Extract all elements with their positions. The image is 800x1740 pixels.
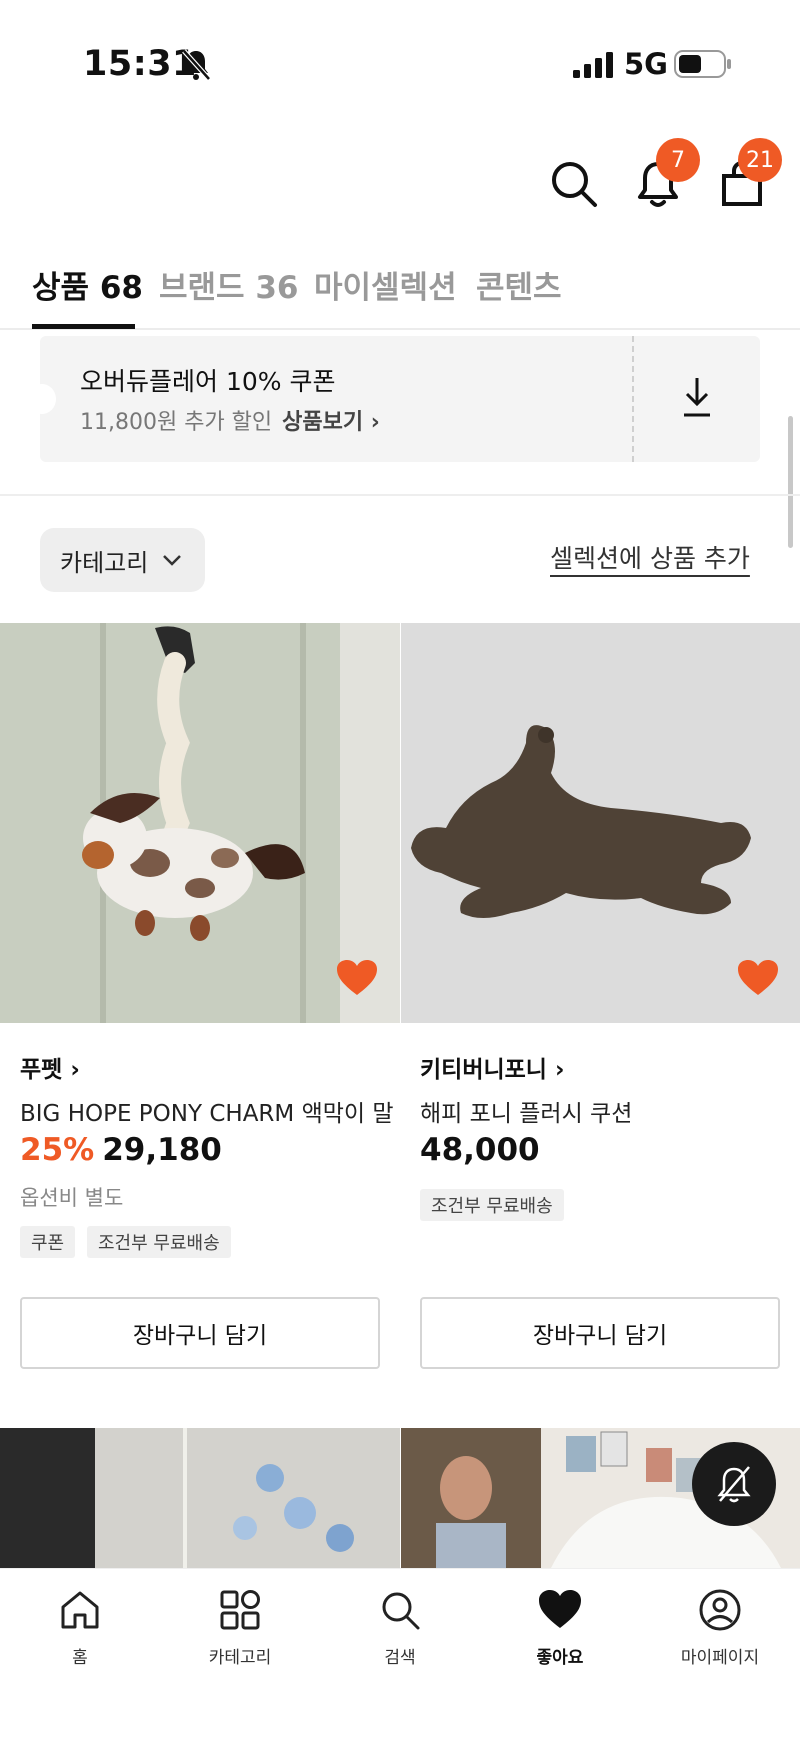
network-type: 5G (624, 47, 668, 81)
notification-count-badge: 7 (656, 138, 700, 182)
view-products-link[interactable]: 상품보기 › (282, 410, 380, 435)
status-bar: 15:31 5G (0, 0, 800, 130)
product-price: 29,180 (102, 1132, 222, 1168)
scrollbar[interactable] (788, 416, 793, 548)
discount-rate: 25% (20, 1132, 95, 1168)
tab-my-selection[interactable]: 마이셀렉션 (314, 262, 457, 307)
shipping-tag: 조건부 무료배송 (87, 1226, 231, 1258)
category-filter-button[interactable]: 카테고리 (40, 528, 205, 592)
nav-label: 마이페이지 (680, 1648, 760, 1668)
wishlist-heart-icon[interactable] (737, 959, 779, 997)
product-image[interactable] (0, 623, 400, 1023)
coupon-subtitle: 11,800원 추가 할인 상품보기 › (80, 404, 380, 436)
coupon-title: 오버듀플레어 10% 쿠폰 (80, 367, 336, 396)
add-to-selection-link[interactable]: 셀렉션에 상품 추가 (550, 539, 750, 575)
product-price-row: 48,000 (420, 1132, 540, 1168)
product-price-row: 25% 29,180 (20, 1132, 222, 1168)
battery-icon (674, 50, 731, 78)
nav-label: 홈 (72, 1648, 88, 1668)
tab-bar: 상품 68 브랜드 36 마이셀렉션 콘텐츠 (0, 262, 800, 330)
product-name[interactable]: BIG HOPE PONY CHARM 액막이 말 (20, 1094, 394, 1128)
coupon-banner[interactable]: 오버듀플레어 10% 쿠폰 11,800원 추가 할인 상품보기 › (40, 336, 760, 462)
search-icon (382, 1592, 420, 1630)
product-image[interactable] (0, 1428, 400, 1568)
silent-bell-icon (182, 49, 211, 81)
product-price: 48,000 (420, 1132, 540, 1168)
heart-icon (539, 1590, 581, 1628)
coupon-tag: 쿠폰 (20, 1226, 76, 1258)
tab-brands[interactable]: 브랜드 36 (159, 262, 299, 307)
flower-photo (0, 1428, 400, 1568)
tab-products[interactable]: 상품 68 (32, 262, 143, 307)
wishlist-heart-icon[interactable] (336, 959, 378, 997)
product-brand[interactable]: 키티버니포니 › (420, 1050, 564, 1084)
download-coupon-icon[interactable] (680, 376, 714, 418)
coupon-notch (28, 384, 56, 414)
active-tab-indicator (32, 324, 135, 329)
grid-icon (220, 1590, 260, 1630)
search-icon[interactable] (548, 158, 600, 210)
bottom-navigation: 홈 카테고리 검색 좋아요 마이페이지 (0, 1568, 800, 1740)
nav-home[interactable]: 홈 (20, 1587, 140, 1668)
home-icon (61, 1591, 99, 1629)
nav-label: 카테고리 (208, 1648, 272, 1668)
add-to-cart-button[interactable]: 장바구니 담기 (420, 1297, 780, 1369)
product-name[interactable]: 해피 포니 플러시 쿠션 (420, 1094, 632, 1128)
product-brand[interactable]: 푸펫 › (20, 1050, 80, 1084)
add-to-cart-button[interactable]: 장바구니 담기 (20, 1297, 380, 1369)
option-note: 옵션비 별도 (20, 1186, 124, 1210)
coupon-discount-text: 11,800원 추가 할인 (80, 410, 273, 435)
nav-likes[interactable]: 좋아요 (500, 1587, 620, 1668)
nav-label: 검색 (384, 1648, 416, 1668)
cart-count-badge: 21 (738, 138, 782, 182)
nav-label: 좋아요 (536, 1648, 584, 1668)
section-divider (0, 494, 800, 496)
nav-category[interactable]: 카테고리 (180, 1587, 300, 1668)
nav-mypage[interactable]: 마이페이지 (660, 1587, 780, 1668)
nav-search[interactable]: 검색 (340, 1587, 460, 1668)
alarm-toggle-button[interactable] (692, 1442, 776, 1526)
tab-contents[interactable]: 콘텐츠 (476, 262, 562, 307)
chevron-down-icon (163, 555, 182, 566)
product-image[interactable] (401, 623, 800, 1023)
category-filter-label: 카테고리 (60, 548, 149, 577)
user-icon (699, 1589, 741, 1631)
coupon-divider (632, 336, 634, 462)
notification-off-icon (717, 1466, 751, 1503)
shipping-tag: 조건부 무료배송 (420, 1189, 564, 1221)
signal-icon (573, 52, 613, 78)
